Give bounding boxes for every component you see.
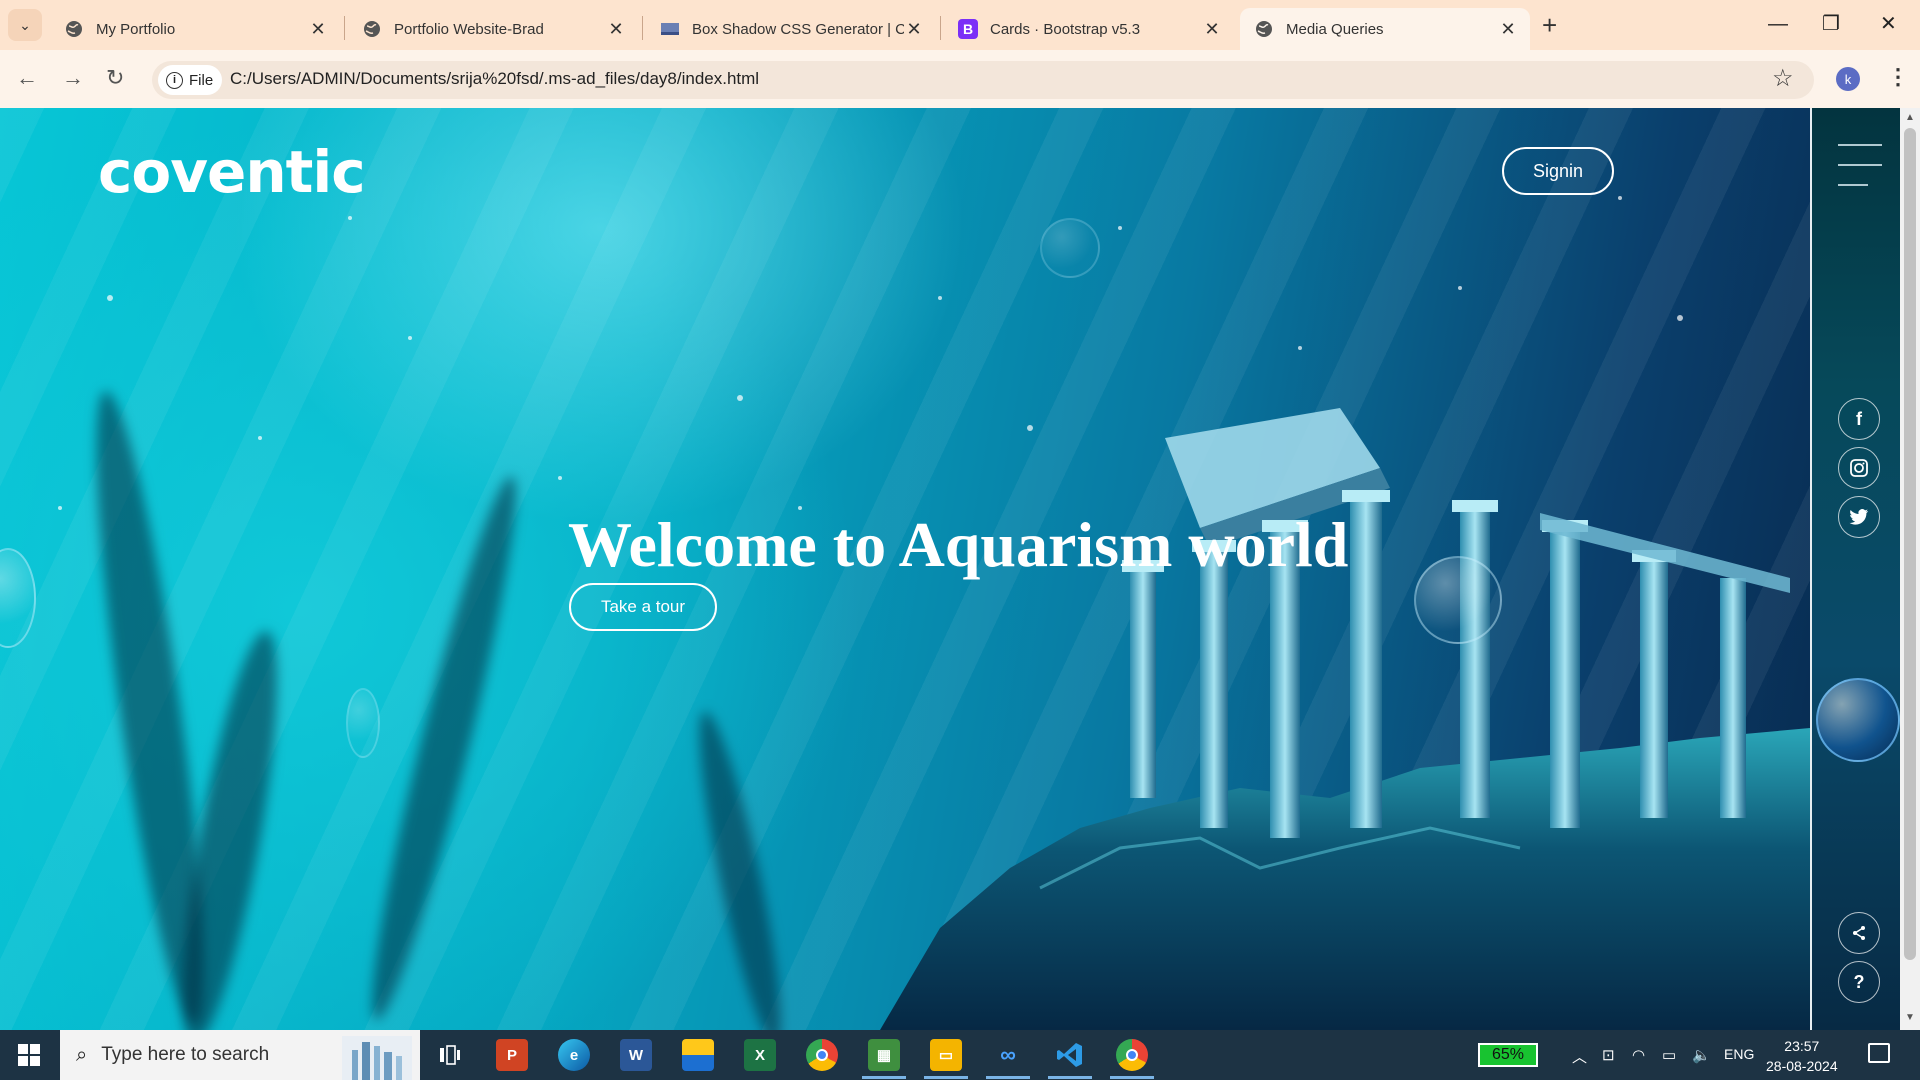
file-explorer-icon[interactable]: ▭	[924, 1039, 968, 1079]
info-icon: i	[166, 71, 183, 89]
window-close-icon[interactable]: ✕	[1880, 12, 1897, 36]
volume-icon[interactable]: 🔈	[1692, 1046, 1711, 1064]
tab-search-button[interactable]: ⌄	[8, 9, 42, 41]
minimize-icon[interactable]: —	[1768, 12, 1788, 36]
wifi-icon[interactable]: ◠	[1632, 1046, 1645, 1064]
help-icon[interactable]: ?	[1838, 961, 1880, 1003]
close-icon[interactable]: ✕	[308, 19, 328, 40]
facebook-icon[interactable]: f	[1838, 398, 1880, 440]
tab-title: My Portfolio	[96, 20, 176, 38]
scrollbar-thumb[interactable]	[1904, 128, 1916, 960]
chrome-active-icon[interactable]	[1110, 1039, 1154, 1079]
hero-headline: Welcome to Aquarism world	[568, 509, 1349, 580]
profile-avatar[interactable]: k	[1836, 67, 1860, 91]
bubble-decoration	[1414, 556, 1502, 644]
windows-taskbar: ⌕ Type here to search P e W X ▦ ▭ ∞ 65% …	[0, 1030, 1920, 1080]
battery-indicator[interactable]: 65%	[1478, 1043, 1538, 1067]
tab-title: Media Queries	[1286, 20, 1384, 38]
task-view-icon[interactable]	[434, 1039, 466, 1071]
tab-divider	[940, 16, 941, 40]
tab-title: Cards · Bootstrap v5.3	[990, 20, 1141, 38]
back-arrow-icon[interactable]: ←	[16, 66, 38, 90]
tab-divider	[344, 16, 345, 40]
bubble-decoration	[1040, 218, 1100, 278]
remote-app-icon[interactable]: ∞	[986, 1039, 1030, 1079]
bubble-decoration	[346, 688, 380, 758]
chrome-icon[interactable]	[806, 1039, 838, 1071]
page-scrollbar[interactable]: ▲ ▼	[1900, 108, 1920, 1030]
meet-now-icon[interactable]: ⊡	[1602, 1046, 1615, 1064]
page-viewport: coventic Signin Welcome to Aquarism worl…	[0, 108, 1920, 1030]
taskbar-search-placeholder: Type here to search	[101, 1044, 270, 1065]
edge-browser-icon[interactable]: e	[558, 1039, 590, 1071]
bookmark-star-icon[interactable]: ☆	[1772, 64, 1794, 93]
word-icon[interactable]: W	[620, 1039, 652, 1071]
vscode-icon[interactable]	[1048, 1039, 1092, 1079]
excel-icon[interactable]: X	[744, 1039, 776, 1071]
take-a-tour-button[interactable]: Take a tour	[569, 583, 717, 631]
restore-icon[interactable]: ❐	[1822, 12, 1840, 36]
site-logo[interactable]: coventic	[98, 138, 366, 206]
chevron-down-icon: ⌄	[19, 16, 31, 33]
language-indicator[interactable]: ENG	[1724, 1046, 1754, 1062]
svg-text:B: B	[963, 21, 973, 37]
taskbar-clock[interactable]: 23:57 28-08-2024	[1766, 1036, 1838, 1076]
tab-media-queries[interactable]: Media Queries ✕	[1240, 8, 1530, 50]
chrome-profile-app-icon[interactable]: ▦	[862, 1039, 906, 1079]
tab-title: Box Shadow CSS Generator | CS	[692, 20, 904, 38]
signin-button[interactable]: Signin	[1502, 147, 1614, 195]
globe-icon	[1254, 19, 1274, 39]
close-icon[interactable]: ✕	[1498, 19, 1518, 40]
menu-kebab-icon[interactable]: ⋮	[1887, 64, 1909, 90]
search-highlight-image	[342, 1036, 412, 1080]
tab-strip: ⌄ My Portfolio ✕ Portfolio Website-Brad …	[0, 0, 1920, 50]
tab-portfolio-website-brad[interactable]: Portfolio Website-Brad ✕	[348, 8, 638, 50]
taskbar-search-box[interactable]: ⌕ Type here to search	[60, 1030, 420, 1080]
scroll-up-arrow-icon[interactable]: ▲	[1905, 112, 1915, 123]
tab-divider	[642, 16, 643, 40]
tab-bootstrap-cards[interactable]: B Cards · Bootstrap v5.3 ✕	[944, 8, 1234, 50]
battery-icon[interactable]: ▭	[1662, 1046, 1676, 1064]
powerpoint-icon[interactable]: P	[496, 1039, 528, 1071]
file-manager-app-icon[interactable]	[682, 1039, 714, 1071]
forward-arrow-icon[interactable]: →	[62, 66, 84, 90]
clock-time: 23:57	[1784, 1038, 1820, 1054]
url-text[interactable]: C:/Users/ADMIN/Documents/srija%20fsd/.ms…	[230, 69, 759, 89]
tab-box-shadow-generator[interactable]: Box Shadow CSS Generator | CS ✕	[646, 8, 936, 50]
scroll-down-arrow-icon[interactable]: ▼	[1905, 1012, 1915, 1023]
clock-date: 28-08-2024	[1766, 1058, 1838, 1074]
hamburger-menu-icon[interactable]	[1838, 144, 1882, 204]
notification-center-icon[interactable]	[1868, 1043, 1890, 1063]
close-icon[interactable]: ✕	[606, 19, 626, 40]
globe-icon	[64, 19, 84, 39]
twitter-icon[interactable]	[1838, 496, 1880, 538]
bubble-decoration	[1816, 678, 1900, 762]
close-icon[interactable]: ✕	[1202, 19, 1222, 40]
tab-my-portfolio[interactable]: My Portfolio ✕	[50, 8, 340, 50]
instagram-icon[interactable]	[1838, 447, 1880, 489]
chevron-up-icon[interactable]: ︿	[1572, 1046, 1587, 1067]
close-icon[interactable]: ✕	[904, 19, 924, 40]
hero-section: coventic Signin Welcome to Aquarism worl…	[0, 108, 1810, 1030]
site-info-chip[interactable]: i File	[158, 65, 222, 95]
tab-title: Portfolio Website-Brad	[394, 20, 544, 38]
reload-icon[interactable]: ↻	[106, 66, 124, 90]
new-tab-button[interactable]: +	[1542, 12, 1557, 38]
box-shadow-icon	[660, 19, 680, 39]
windows-start-icon[interactable]	[18, 1044, 40, 1066]
share-icon[interactable]	[1838, 912, 1880, 954]
globe-icon	[362, 19, 382, 39]
search-icon: ⌕	[76, 1043, 88, 1066]
site-info-label: File	[189, 71, 214, 89]
right-sidebar: f ?	[1810, 108, 1900, 1030]
bootstrap-icon: B	[958, 19, 978, 39]
